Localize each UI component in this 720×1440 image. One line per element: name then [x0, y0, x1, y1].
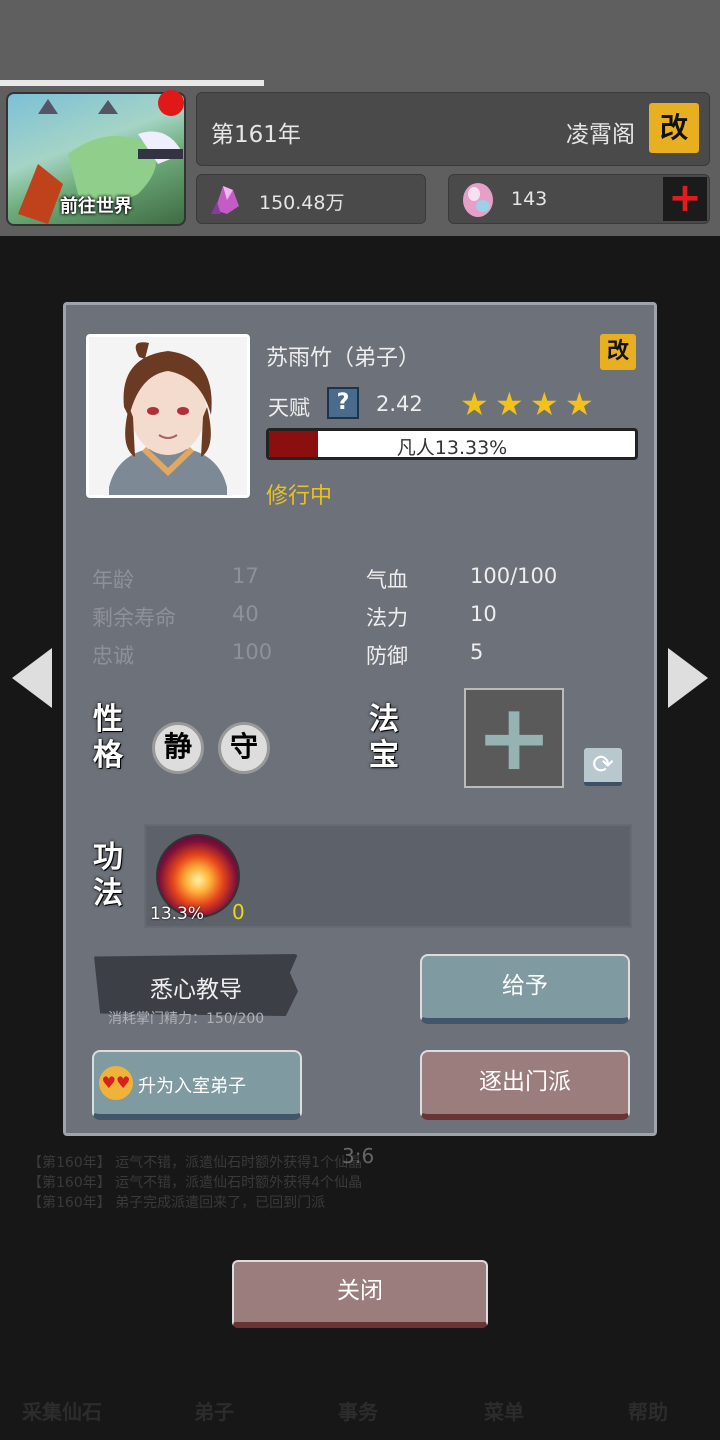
skill-progress: 13.3%: [150, 904, 205, 924]
nav-item-menu[interactable]: 菜单: [484, 1396, 524, 1425]
nav-item-help[interactable]: 帮助: [628, 1396, 668, 1425]
stat-value-age: 17: [232, 564, 259, 588]
stat-label-lifespan: 剩余寿命: [92, 606, 176, 630]
add-gems-button[interactable]: +: [663, 177, 707, 221]
talent-help-icon[interactable]: ?: [327, 387, 359, 419]
next-disciple-arrow-icon[interactable]: [668, 648, 708, 708]
promote-button[interactable]: ♥♥ 升为入室弟子: [92, 1050, 302, 1120]
nav-item-affairs[interactable]: 事务: [338, 1396, 378, 1425]
refresh-icon[interactable]: ⟳: [584, 748, 622, 786]
stat-label-age: 年龄: [92, 568, 134, 592]
artifact-title: 法宝: [369, 702, 399, 773]
stat-label-mana: 法力: [366, 606, 408, 630]
page-indicator: 3:6: [342, 1144, 375, 1168]
year-text: 第161年: [211, 122, 301, 148]
nav-item-collect[interactable]: 采集仙石: [22, 1396, 102, 1425]
personality-title: 性格: [93, 702, 123, 773]
talent-label: 天赋: [268, 396, 310, 420]
stat-label-defense: 防御: [366, 644, 408, 668]
spirit-stone-count: 150.48万: [259, 192, 345, 214]
notification-dot: [158, 90, 184, 116]
artifact-slot[interactable]: +: [464, 688, 564, 788]
nav-item-disciples[interactable]: 弟子: [194, 1396, 234, 1425]
talent-value: 2.42: [376, 392, 423, 416]
world-map-button[interactable]: 前往世界: [6, 92, 186, 226]
stat-label-hp: 气血: [366, 568, 408, 592]
gem-count: 143: [511, 188, 548, 210]
log-line: 【第160年】 运气不错，派遣仙石时额外获得4个仙晶: [28, 1175, 363, 1191]
star-icon: ★: [530, 385, 559, 423]
trait-badge[interactable]: 守: [218, 722, 270, 774]
add-artifact-icon: +: [475, 684, 553, 791]
realm-progress-bar: 凡人13.33%: [266, 428, 638, 460]
disciple-name: 苏雨竹（弟子）: [266, 346, 421, 371]
gem-resource: 143 +: [448, 174, 710, 224]
teach-cost: 消耗掌门精力：150/200: [108, 1011, 265, 1027]
skill-level: 0: [232, 900, 245, 924]
sect-name: 凌霄阁: [566, 122, 635, 148]
heart-eyes-icon: ♥♥: [99, 1066, 133, 1100]
teach-button[interactable]: 悉心教导: [94, 954, 298, 1016]
log-line: 【第160年】 运气不错，派遣仙石时额外获得1个仙晶: [28, 1155, 363, 1171]
star-icon: ★: [495, 385, 524, 423]
star-icon: ★: [565, 385, 594, 423]
previous-disciple-arrow-icon[interactable]: [12, 648, 52, 708]
disciple-portrait: [86, 334, 250, 498]
year-panel: 第161年 凌霄阁 改: [196, 92, 710, 166]
skill-title: 功法: [93, 840, 123, 911]
stat-value-hp: 100/100: [470, 564, 558, 588]
stat-value-loyalty: 100: [232, 640, 273, 664]
spirit-stone-resource: 150.48万: [196, 174, 426, 224]
close-button[interactable]: 关闭: [232, 1260, 488, 1328]
bottom-nav: 采集仙石 弟子 事务 菜单 帮助: [0, 1320, 720, 1440]
stat-value-lifespan: 40: [232, 602, 259, 626]
disciple-status: 修行中: [266, 484, 333, 509]
gem-icon: [463, 183, 493, 217]
stat-label-loyalty: 忠诚: [92, 644, 134, 668]
avatar: [109, 342, 227, 495]
stat-value-mana: 10: [470, 602, 497, 626]
top-status-area: [0, 0, 720, 86]
teach-button-label: 悉心教导: [150, 977, 242, 1003]
give-button[interactable]: 给予: [420, 954, 630, 1024]
star-icon: ★: [460, 385, 489, 423]
realm-progress-text: 凡人13.33%: [396, 437, 508, 459]
trait-badge[interactable]: 静: [152, 722, 204, 774]
world-button-label: 前往世界: [60, 196, 132, 217]
promote-button-label: 升为入室弟子: [138, 1076, 246, 1097]
rename-sect-button[interactable]: 改: [649, 103, 699, 153]
log-line: 【第160年】 弟子完成派遣回来了，已回到门派: [28, 1195, 326, 1211]
stat-value-defense: 5: [470, 640, 484, 664]
rename-disciple-button[interactable]: 改: [600, 334, 636, 370]
crystal-icon: [211, 186, 239, 214]
expel-button[interactable]: 逐出门派: [420, 1050, 630, 1120]
